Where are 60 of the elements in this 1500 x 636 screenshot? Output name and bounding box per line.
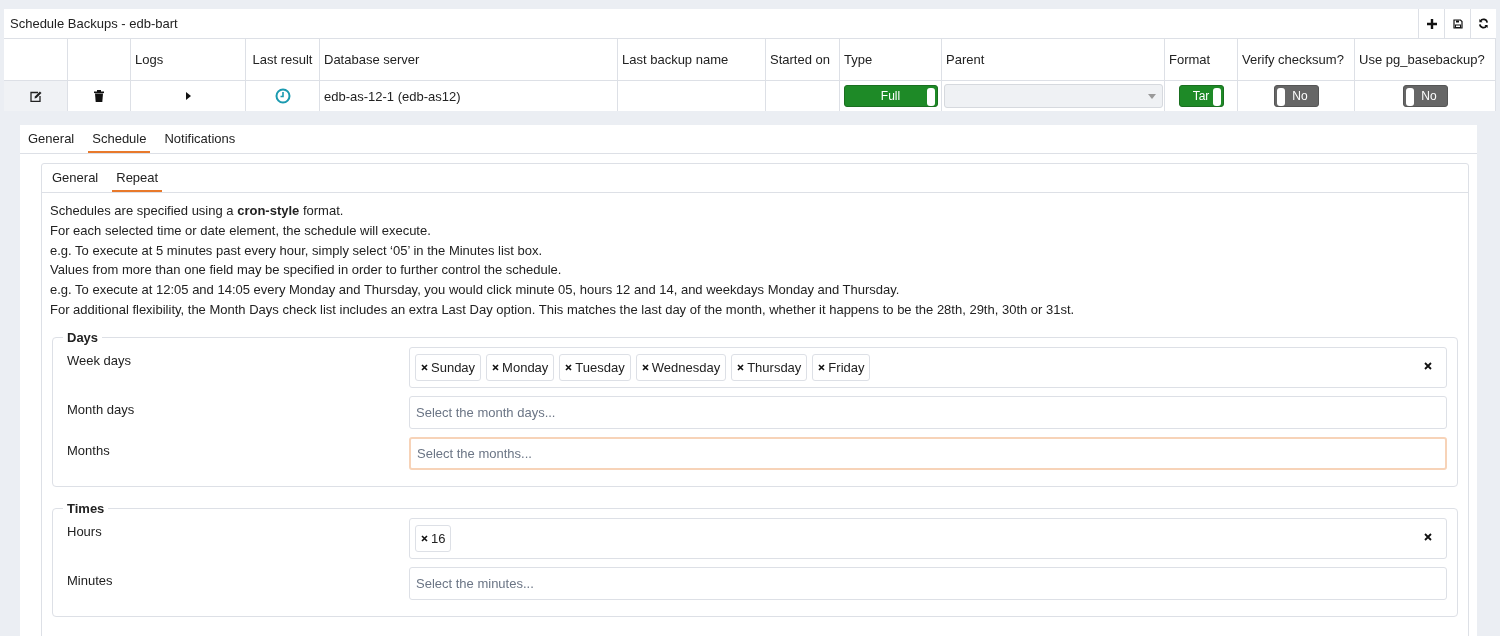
column-header: Logs bbox=[131, 39, 246, 81]
remove-icon[interactable] bbox=[737, 363, 745, 371]
panel-title: Schedule Backups - edb-bart bbox=[9, 16, 179, 31]
multi-select-field[interactable]: 16 bbox=[409, 517, 1447, 559]
column-header: Last backup name bbox=[618, 39, 766, 81]
selected-tag: Monday bbox=[486, 353, 555, 381]
clear-icon[interactable] bbox=[1424, 361, 1432, 370]
field-label: Months bbox=[67, 441, 111, 458]
select-field[interactable]: Select the month days... bbox=[409, 395, 1447, 429]
remove-icon[interactable] bbox=[818, 363, 826, 371]
fieldset-legend: Days bbox=[63, 329, 103, 345]
column-header: Parent bbox=[942, 39, 1165, 81]
column-header: Started on bbox=[766, 39, 840, 81]
type-toggle[interactable]: Full bbox=[843, 85, 938, 107]
verify-checksum-toggle[interactable]: No bbox=[1273, 85, 1319, 107]
field-label: Minutes bbox=[67, 571, 114, 588]
tab[interactable]: General bbox=[24, 125, 79, 153]
remove-icon[interactable] bbox=[421, 363, 428, 371]
column-header: Last result bbox=[246, 39, 320, 81]
remove-icon[interactable] bbox=[492, 363, 500, 371]
format-toggle[interactable]: Tar bbox=[1178, 85, 1224, 107]
fieldset-legend: Times bbox=[63, 500, 109, 516]
table-cell: edb-as-12-1 (edb-as12) bbox=[320, 81, 618, 111]
tab[interactable]: General bbox=[48, 164, 103, 192]
field-label: Month days bbox=[67, 400, 136, 417]
column-header: Verify checksum? bbox=[1238, 39, 1355, 81]
tab[interactable]: Schedule bbox=[88, 125, 151, 153]
field-label: Hours bbox=[67, 522, 103, 539]
selected-tag: Wednesday bbox=[635, 353, 727, 381]
tab[interactable]: Notifications bbox=[160, 125, 240, 153]
help-text: e.g. To execute at 12:05 and 14:05 every Monday and Thursday, you would click minute 05, hours 12 and 14, and weekdays Monday and Thursday. bbox=[50, 281, 901, 300]
help-text: Values from more than one field may be specified in order to further control the schedule. bbox=[50, 261, 563, 280]
trash-icon[interactable] bbox=[94, 90, 104, 102]
tab[interactable]: Repeat bbox=[112, 164, 163, 192]
column-header: Use pg_basebackup? bbox=[1355, 39, 1496, 81]
selected-tag: Tuesday bbox=[559, 353, 631, 381]
help-text: e.g. To execute at 5 minutes past every hour, simply select ‘05’ in the Minutes list box. bbox=[50, 241, 544, 260]
dropdown-caret-icon bbox=[1147, 93, 1156, 99]
select-field[interactable]: Select the minutes... bbox=[409, 566, 1447, 600]
edit-icon[interactable] bbox=[29, 90, 42, 102]
help-text: For additional flexibility, the Month Days check list includes an extra Last Day option. This matches the last day of the month, whether it happens to be the 28th, 29th, 30th or 31st. bbox=[50, 301, 1076, 319]
expand-caret-icon[interactable] bbox=[185, 92, 191, 100]
help-text: For each selected time or date element, the schedule will execute. bbox=[50, 221, 432, 240]
selected-tag: Friday bbox=[812, 353, 871, 381]
field-label: Week days bbox=[67, 351, 133, 368]
selected-tag: 16 bbox=[415, 524, 452, 552]
selected-tag: Sunday bbox=[415, 353, 482, 381]
basebackup-toggle[interactable]: No bbox=[1402, 85, 1448, 107]
remove-icon[interactable] bbox=[421, 534, 428, 542]
select-field[interactable]: Select the months... bbox=[409, 436, 1447, 470]
multi-select-field[interactable]: Sunday Monday Tuesday Wednesday Thursday Friday bbox=[409, 346, 1447, 388]
column-header: Format bbox=[1165, 39, 1238, 81]
column-header: Type bbox=[840, 39, 942, 81]
clear-icon[interactable] bbox=[1424, 532, 1432, 541]
remove-icon[interactable] bbox=[641, 363, 649, 371]
help-text: Schedules are specified using a cron-style format. bbox=[50, 202, 345, 220]
remove-icon[interactable] bbox=[565, 363, 573, 371]
column-header: Database server bbox=[320, 39, 618, 81]
clock-icon bbox=[274, 88, 291, 104]
selected-tag: Thursday bbox=[731, 353, 808, 381]
